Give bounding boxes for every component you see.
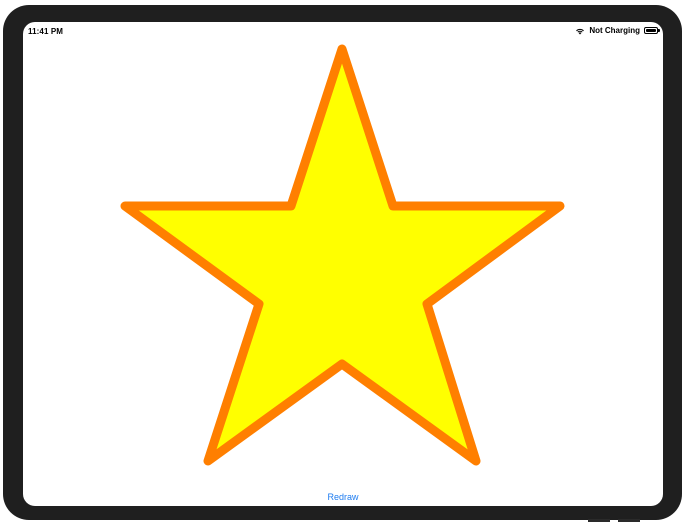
redraw-button[interactable]: Redraw bbox=[23, 492, 663, 502]
corner-mark-right bbox=[618, 519, 640, 522]
corner-mark-left bbox=[588, 519, 610, 522]
ipad-frame: 11:41 PM Not Charging Redraw bbox=[3, 5, 682, 520]
star-canvas bbox=[120, 44, 565, 466]
star-shape bbox=[120, 44, 565, 466]
app-screen: 11:41 PM Not Charging Redraw bbox=[23, 22, 663, 506]
